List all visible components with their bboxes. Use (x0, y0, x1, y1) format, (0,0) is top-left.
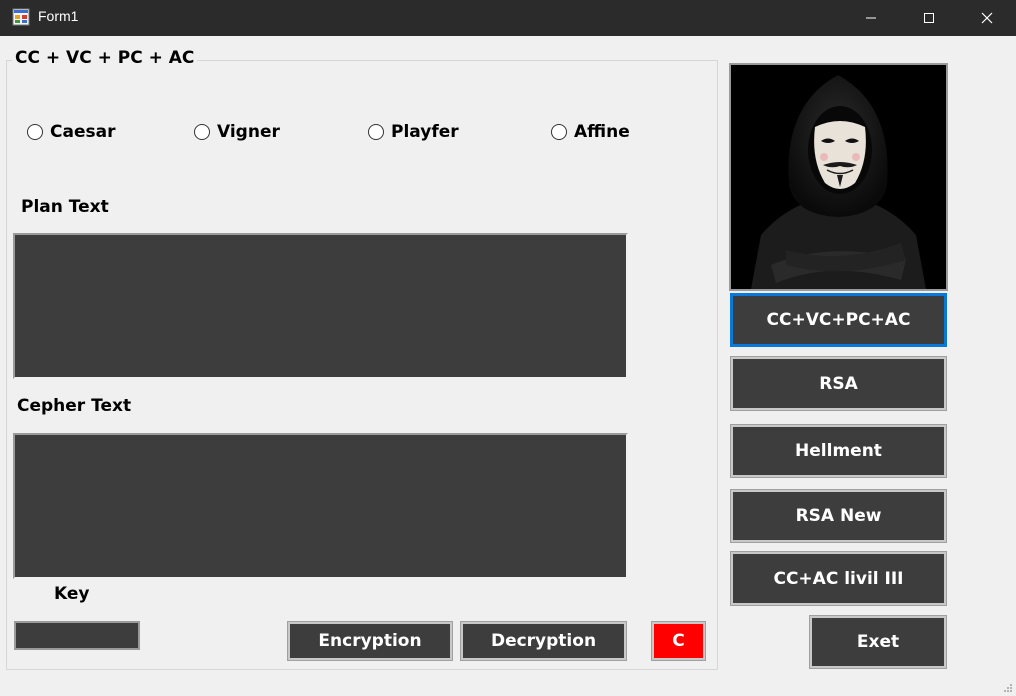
close-button[interactable] (958, 0, 1016, 36)
cipher-text-label: Cepher Text (17, 396, 132, 416)
radio-indicator[interactable] (194, 124, 210, 140)
app-icon (12, 8, 30, 26)
title-bar: Form1 (0, 0, 1016, 36)
radio-label: Playfer (391, 122, 459, 142)
cc-vc-pc-ac-button[interactable]: CC+VC+PC+AC (730, 293, 947, 347)
groupbox-legend: CC + VC + PC + AC (12, 48, 198, 68)
clear-button[interactable]: C (651, 621, 706, 661)
hellment-button[interactable]: Hellment (730, 424, 947, 478)
resize-grip-icon[interactable] (1003, 683, 1013, 693)
minimize-button[interactable] (842, 0, 900, 36)
radio-label: Vigner (217, 122, 280, 142)
radio-label: Affine (574, 122, 630, 142)
hooded-figure-image (731, 65, 946, 289)
cipher-text-input[interactable] (13, 433, 628, 579)
radio-vigner[interactable]: Vigner (194, 121, 280, 143)
hacker-photo (729, 63, 948, 291)
radio-affine[interactable]: Affine (551, 121, 630, 143)
maximize-icon (924, 13, 934, 23)
plain-text-input[interactable] (13, 233, 628, 379)
rsa-new-button[interactable]: RSA New (730, 489, 947, 543)
minimize-icon (866, 17, 876, 19)
key-label: Key (54, 584, 90, 604)
window-title: Form1 (38, 8, 79, 24)
plain-text-label: Plan Text (21, 197, 109, 217)
cc-ac-level-3-button[interactable]: CC+AC livil III (730, 551, 947, 606)
radio-caesar[interactable]: Caesar (27, 121, 115, 143)
radio-indicator[interactable] (27, 124, 43, 140)
radio-label: Caesar (50, 122, 116, 142)
exit-button[interactable]: Exet (809, 615, 947, 669)
radio-indicator[interactable] (368, 124, 384, 140)
decryption-button[interactable]: Decryption (460, 621, 627, 661)
encryption-button[interactable]: Encryption (287, 621, 453, 661)
maximize-button[interactable] (900, 0, 958, 36)
close-icon (981, 12, 993, 24)
rsa-button[interactable]: RSA (730, 356, 947, 411)
radio-indicator[interactable] (551, 124, 567, 140)
key-input[interactable] (14, 621, 140, 650)
radio-playfer[interactable]: Playfer (368, 121, 459, 143)
